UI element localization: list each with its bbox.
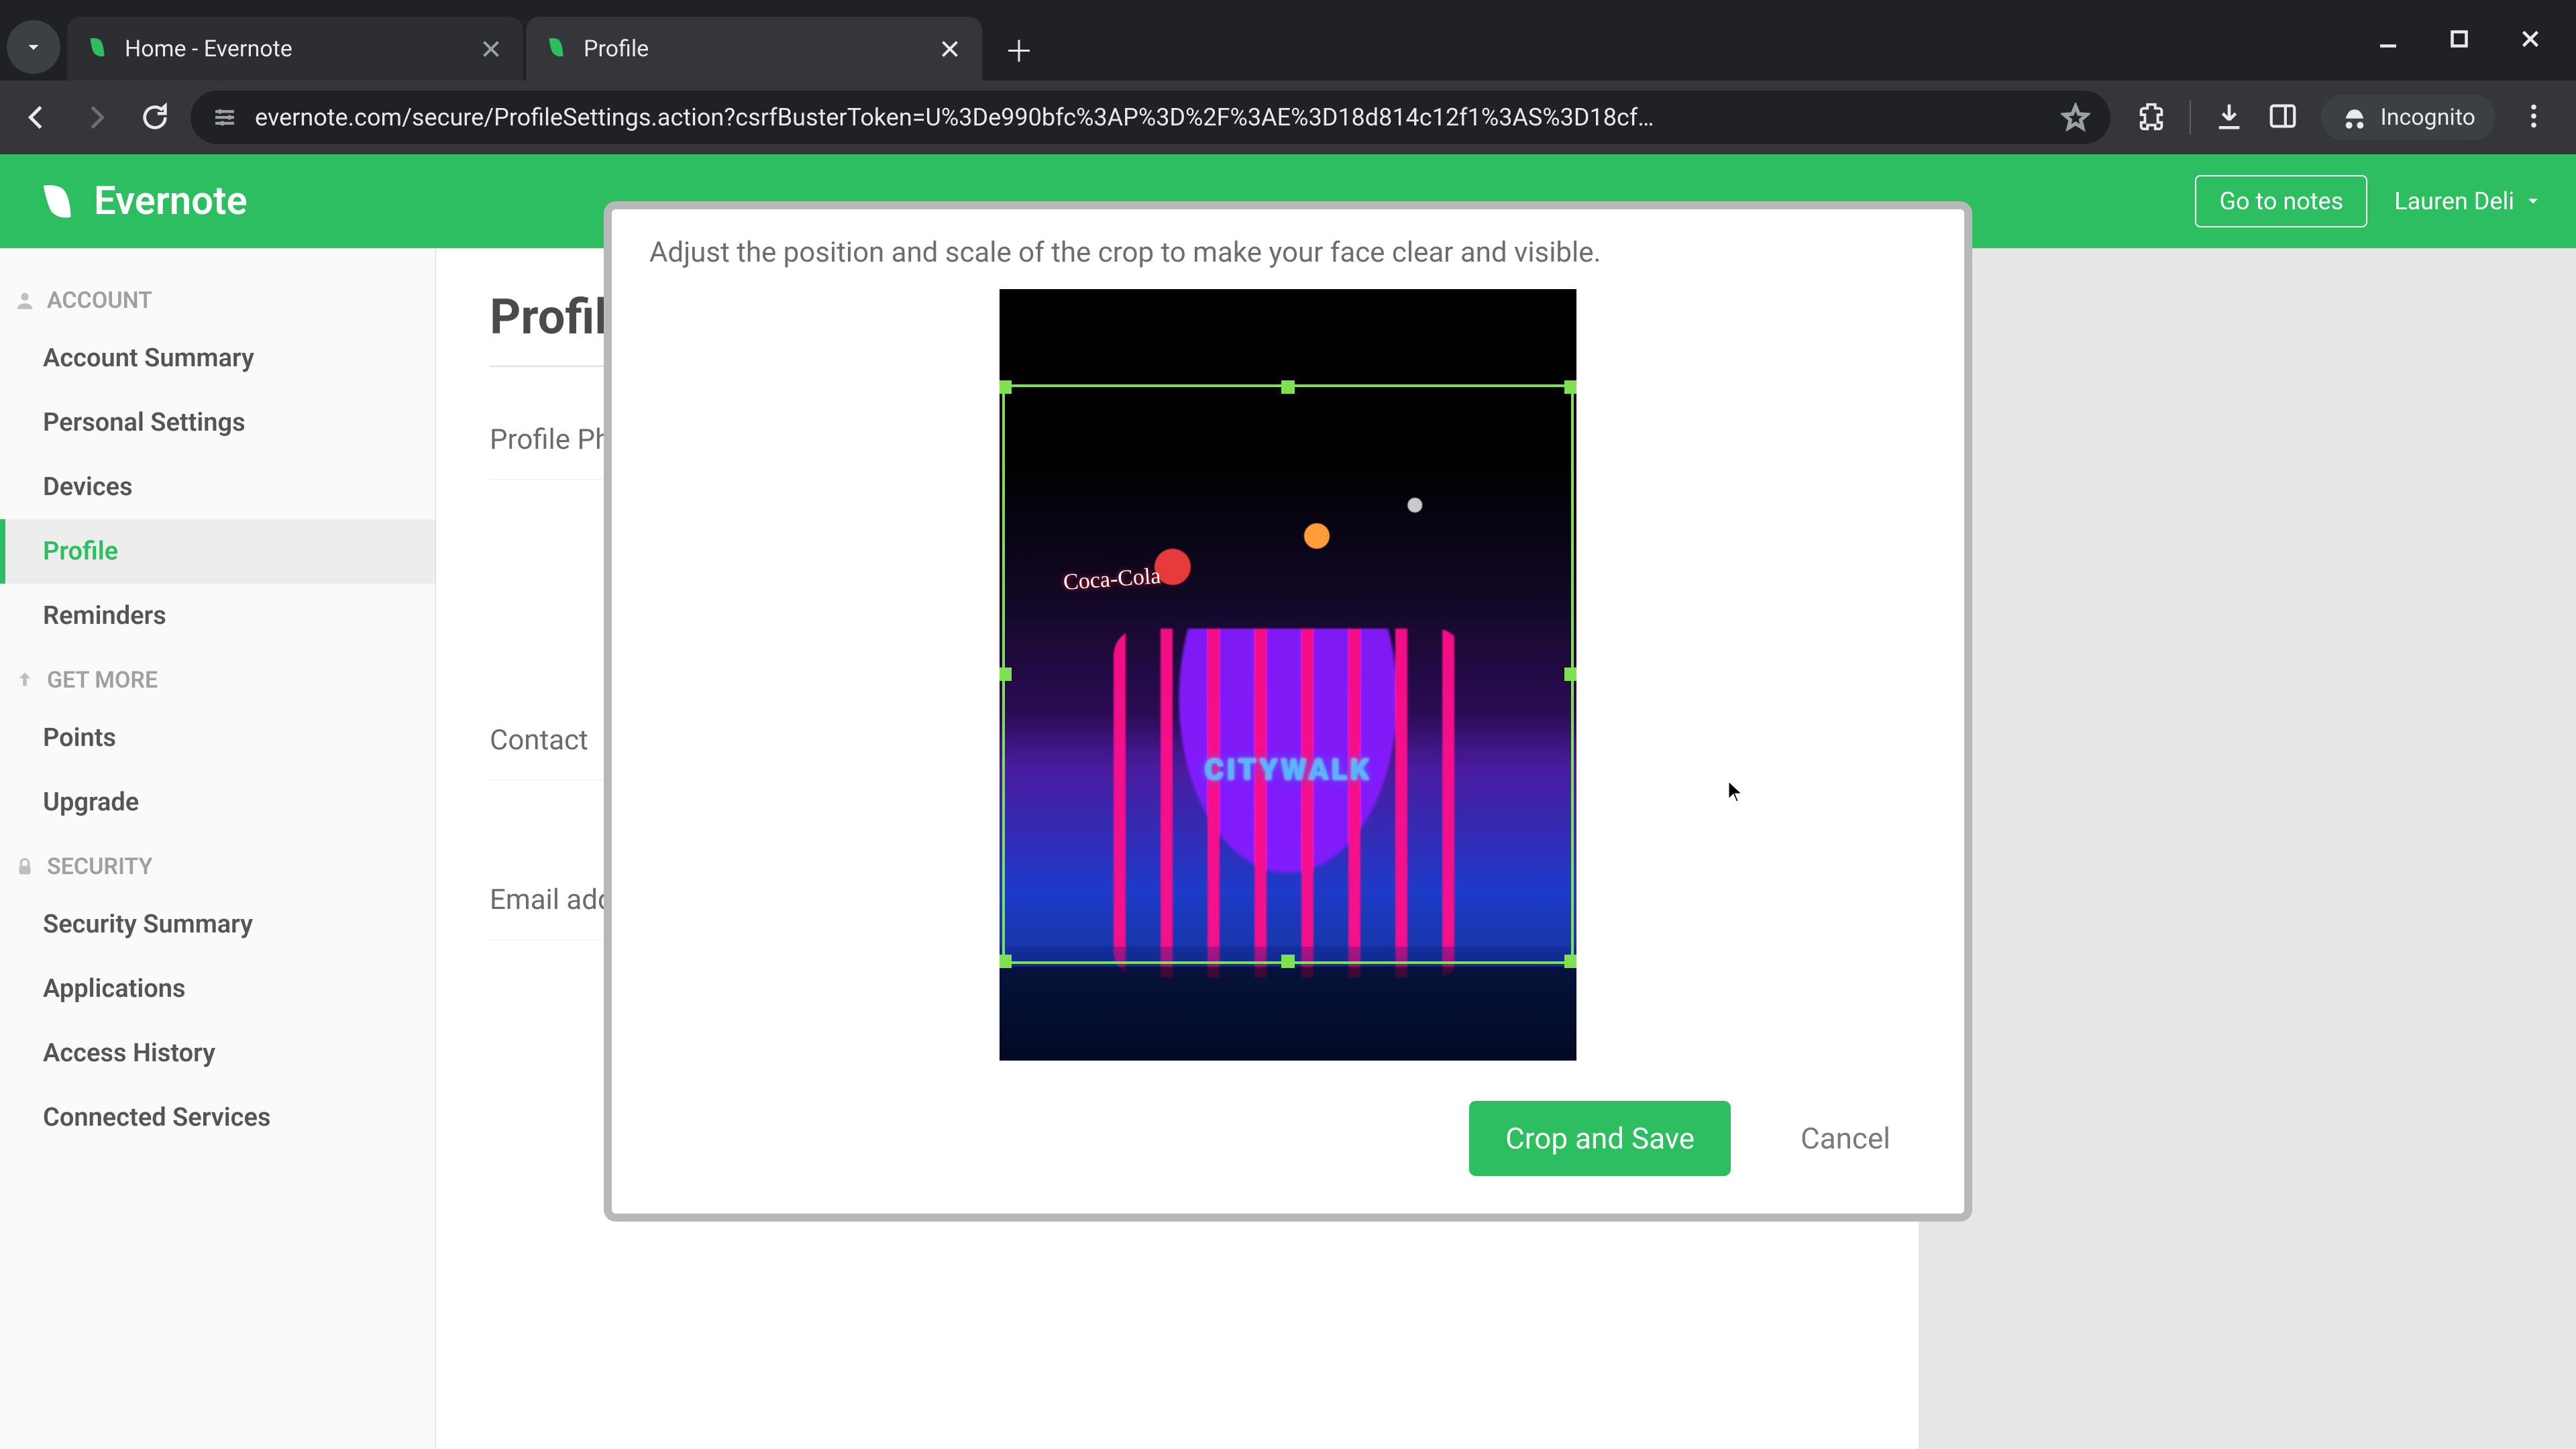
- tab-title: Home - Evernote: [125, 36, 292, 62]
- omnibox-url: evernote.com/secure/ProfileSettings.acti…: [255, 103, 2045, 131]
- window-minimize-button[interactable]: [2376, 27, 2400, 54]
- crop-handle-br[interactable]: [1564, 955, 1576, 968]
- chevron-down-icon: [2524, 192, 2542, 211]
- browser-tab[interactable]: Profile: [526, 17, 982, 80]
- evernote-favicon-icon: [542, 35, 570, 63]
- crop-handle-tr[interactable]: [1564, 380, 1576, 394]
- tab-close-button[interactable]: [479, 37, 503, 61]
- crop-modal: Adjust the position and scale of the cro…: [604, 201, 1972, 1222]
- tab-title: Profile: [584, 36, 649, 62]
- sidebar-item-applications[interactable]: Applications: [0, 957, 435, 1021]
- sidebar-item-personal-settings[interactable]: Personal Settings: [0, 390, 435, 455]
- lock-icon: [13, 855, 36, 878]
- crop-selection[interactable]: [1002, 384, 1574, 964]
- brand-name: Evernote: [94, 178, 248, 224]
- settings-sidebar: ACCOUNT Account Summary Personal Setting…: [0, 248, 436, 1449]
- mouse-cursor-icon: [1724, 778, 1748, 802]
- crop-handle-bc[interactable]: [1281, 955, 1295, 968]
- crop-shade: [1000, 289, 1576, 384]
- crop-canvas[interactable]: CITYWALK Coca-Cola: [1000, 289, 1576, 1061]
- browser-chrome: Home - Evernote Profile ＋ evernote.com/s…: [0, 0, 2576, 154]
- toolbar-divider: [2190, 101, 2191, 134]
- sidebar-item-points[interactable]: Points: [0, 706, 435, 770]
- crop-handle-bl[interactable]: [1000, 955, 1012, 968]
- sidebar-item-security-summary[interactable]: Security Summary: [0, 892, 435, 957]
- bookmark-star-icon[interactable]: [2061, 103, 2090, 132]
- chrome-menu-icon[interactable]: [2518, 101, 2549, 134]
- evernote-favicon-icon: [83, 35, 111, 63]
- user-name: Lauren Deli: [2394, 187, 2514, 215]
- sidebar-item-profile[interactable]: Profile: [0, 519, 435, 584]
- crop-handle-ml[interactable]: [1000, 667, 1012, 681]
- crop-handle-mr[interactable]: [1564, 667, 1576, 681]
- sidebar-group-account: ACCOUNT: [0, 268, 435, 326]
- modal-instruction: Adjust the position and scale of the cro…: [649, 236, 1927, 269]
- modal-buttons: Crop and Save Cancel: [649, 1101, 1927, 1176]
- page-viewport: Evernote Go to notes Lauren Deli ACCOUNT…: [0, 154, 2576, 1449]
- window-maximize-button[interactable]: [2447, 27, 2471, 54]
- downloads-icon[interactable]: [2214, 101, 2245, 134]
- sidebar-item-reminders[interactable]: Reminders: [0, 584, 435, 648]
- tab-search-button[interactable]: [7, 20, 60, 74]
- sidebar-group-getmore: GET MORE: [0, 648, 435, 706]
- nav-forward-button[interactable]: [72, 94, 119, 141]
- user-menu[interactable]: Lauren Deli: [2394, 187, 2542, 215]
- window-controls: [2376, 0, 2576, 80]
- sidebar-group-security: SECURITY: [0, 835, 435, 892]
- side-panel-icon[interactable]: [2267, 101, 2298, 134]
- incognito-indicator[interactable]: Incognito: [2321, 95, 2496, 140]
- sidebar-item-upgrade[interactable]: Upgrade: [0, 770, 435, 835]
- evernote-logo[interactable]: Evernote: [34, 178, 248, 225]
- extensions-icon[interactable]: [2136, 101, 2167, 134]
- crop-handle-tc[interactable]: [1281, 380, 1295, 394]
- new-tab-button[interactable]: ＋: [996, 25, 1042, 72]
- go-to-notes-button[interactable]: Go to notes: [2195, 175, 2367, 227]
- evernote-elephant-icon: [34, 178, 80, 225]
- omnibox[interactable]: evernote.com/secure/ProfileSettings.acti…: [191, 91, 2110, 144]
- sidebar-item-access-history[interactable]: Access History: [0, 1021, 435, 1085]
- incognito-icon: [2341, 104, 2368, 131]
- nav-back-button[interactable]: [13, 94, 60, 141]
- incognito-label: Incognito: [2380, 104, 2475, 131]
- address-bar: evernote.com/secure/ProfileSettings.acti…: [0, 80, 2576, 154]
- browser-tab[interactable]: Home - Evernote: [67, 17, 523, 80]
- sidebar-item-devices[interactable]: Devices: [0, 455, 435, 519]
- sidebar-item-connected-services[interactable]: Connected Services: [0, 1085, 435, 1150]
- tab-strip: Home - Evernote Profile ＋: [0, 0, 2576, 80]
- toolbar-right: Incognito: [2123, 95, 2563, 140]
- nav-reload-button[interactable]: [131, 94, 178, 141]
- crop-and-save-button[interactable]: Crop and Save: [1469, 1101, 1731, 1176]
- modal-cancel-button[interactable]: Cancel: [1764, 1101, 1927, 1176]
- crop-shade: [1000, 967, 1576, 1061]
- site-settings-icon[interactable]: [211, 103, 239, 131]
- crop-handle-tl[interactable]: [1000, 380, 1012, 394]
- tab-close-button[interactable]: [938, 37, 962, 61]
- arrow-up-icon: [13, 669, 36, 692]
- person-icon: [13, 289, 36, 312]
- sidebar-item-account-summary[interactable]: Account Summary: [0, 326, 435, 390]
- window-close-button[interactable]: [2518, 27, 2542, 54]
